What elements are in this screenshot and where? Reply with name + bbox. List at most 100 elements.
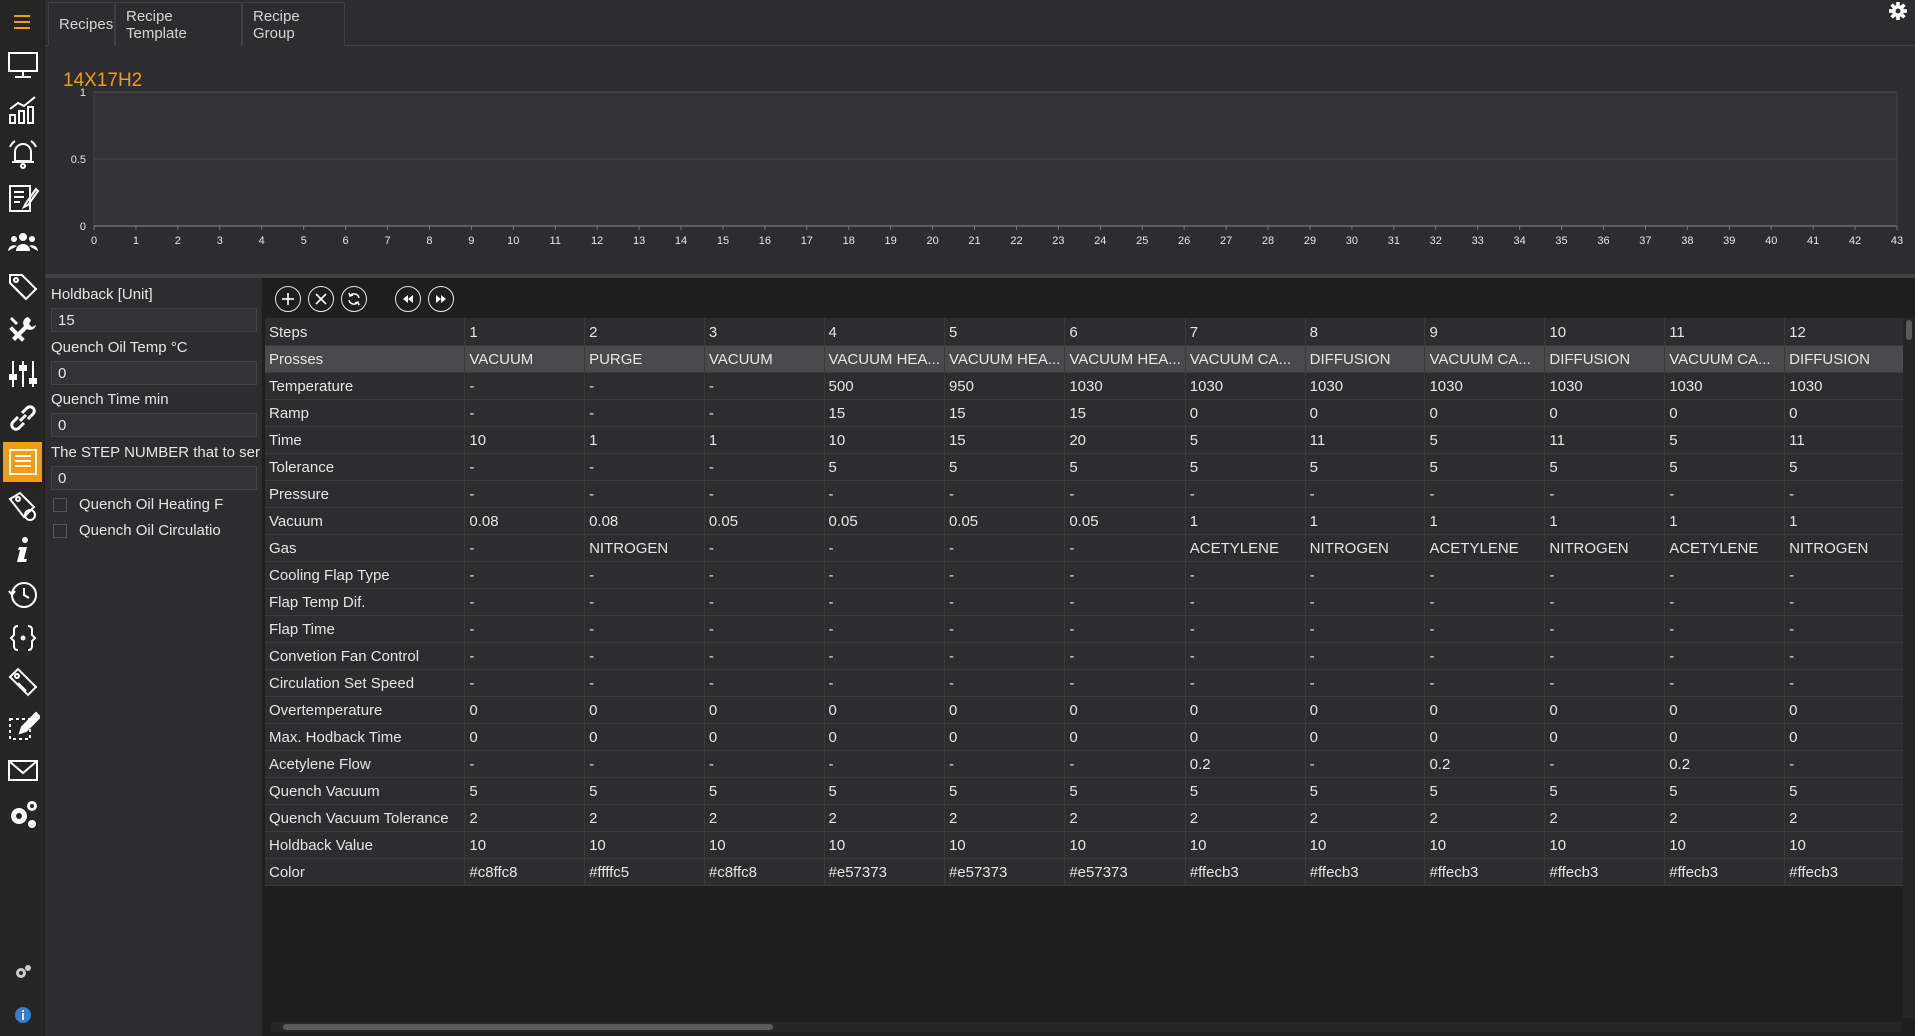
table-cell[interactable]: #ffecb3 xyxy=(1424,858,1546,886)
table-cell[interactable]: 20 xyxy=(1064,426,1186,454)
table-cell[interactable]: 5 xyxy=(464,777,586,805)
table-cell[interactable]: - xyxy=(704,588,825,616)
table-cell[interactable]: - xyxy=(1424,588,1546,616)
table-cell[interactable]: - xyxy=(464,453,586,481)
table-cell[interactable]: 5 xyxy=(1185,453,1306,481)
table-cell[interactable]: - xyxy=(704,615,825,643)
table-cell[interactable]: 0 xyxy=(584,696,705,724)
table-cell[interactable]: NITROGEN xyxy=(1784,534,1905,562)
table-cell[interactable]: 10 xyxy=(704,831,825,859)
table-cell[interactable]: - xyxy=(464,561,586,589)
table-cell[interactable]: 1030 xyxy=(1064,372,1186,400)
table-cell[interactable]: - xyxy=(1784,642,1905,670)
table-cell[interactable]: 0.05 xyxy=(1064,507,1186,535)
table-cell[interactable]: - xyxy=(704,453,825,481)
table-cell[interactable]: 5 xyxy=(1305,777,1426,805)
table-cell[interactable]: 5 xyxy=(1664,453,1786,481)
table-cell[interactable]: 0 xyxy=(584,723,705,751)
table-cell[interactable]: 5 xyxy=(584,777,705,805)
table-cell[interactable]: #ffecb3 xyxy=(1784,858,1905,886)
table-cell[interactable]: 1030 xyxy=(1544,372,1666,400)
table-cell[interactable]: 2 xyxy=(464,804,586,832)
table-cell[interactable]: 2 xyxy=(824,804,945,832)
table-cell[interactable]: - xyxy=(1664,642,1786,670)
table-cell[interactable]: 0.08 xyxy=(584,507,705,535)
table-cell[interactable]: #e57373 xyxy=(1064,858,1186,886)
quench-oil-heating-checkbox[interactable] xyxy=(53,497,67,512)
table-cell[interactable]: - xyxy=(1185,615,1306,643)
tags-icon[interactable] xyxy=(3,266,42,306)
table-cell[interactable]: 10 xyxy=(1784,831,1905,859)
table-cell[interactable]: 1 xyxy=(704,426,825,454)
table-cell[interactable]: 0.08 xyxy=(464,507,586,535)
table-cell[interactable]: 10 xyxy=(464,426,586,454)
table-cell[interactable]: NITROGEN xyxy=(1544,534,1666,562)
step-header-cell[interactable]: 6 xyxy=(1064,318,1186,346)
table-cell[interactable]: - xyxy=(944,534,1066,562)
table-cell[interactable]: DIFFUSION xyxy=(1784,345,1905,373)
table-cell[interactable]: - xyxy=(584,750,705,778)
quench-oil-temp-input[interactable] xyxy=(51,361,257,385)
table-cell[interactable]: 0 xyxy=(1064,696,1186,724)
table-cell[interactable]: 1030 xyxy=(1305,372,1426,400)
history-icon[interactable] xyxy=(3,574,42,614)
table-cell[interactable]: 5 xyxy=(1424,453,1546,481)
label-edit-icon[interactable] xyxy=(3,662,42,702)
add-icon[interactable] xyxy=(275,286,301,312)
table-cell[interactable]: 1 xyxy=(1544,507,1666,535)
table-cell[interactable]: - xyxy=(584,615,705,643)
info-icon[interactable] xyxy=(3,530,42,570)
table-cell[interactable]: 0 xyxy=(1784,399,1905,427)
table-cell[interactable]: 2 xyxy=(1544,804,1666,832)
table-cell[interactable]: 5 xyxy=(1305,453,1426,481)
table-cell[interactable]: - xyxy=(584,561,705,589)
table-cell[interactable]: 0 xyxy=(1664,399,1786,427)
table-cell[interactable]: - xyxy=(1424,642,1546,670)
table-cell[interactable]: 0 xyxy=(1664,723,1786,751)
table-cell[interactable]: - xyxy=(704,480,825,508)
table-cell[interactable]: 0.2 xyxy=(1664,750,1786,778)
table-cell[interactable]: 2 xyxy=(1185,804,1306,832)
table-cell[interactable]: 10 xyxy=(1664,831,1786,859)
table-cell[interactable]: 15 xyxy=(1064,399,1186,427)
table-cell[interactable]: 1 xyxy=(1664,507,1786,535)
report-edit-icon[interactable] xyxy=(3,178,42,218)
table-cell[interactable]: - xyxy=(464,399,586,427)
table-cell[interactable]: 0.2 xyxy=(1424,750,1546,778)
quench-oil-circulation-row[interactable]: Quench Oil Circulatio xyxy=(53,522,262,539)
step-header-cell[interactable]: 1 xyxy=(464,318,586,346)
step-number-input[interactable] xyxy=(51,466,257,490)
settings-gears-icon[interactable] xyxy=(3,794,42,834)
table-cell[interactable]: - xyxy=(1064,534,1186,562)
table-cell[interactable]: - xyxy=(944,561,1066,589)
table-cell[interactable]: 0 xyxy=(1544,723,1666,751)
table-cell[interactable]: - xyxy=(824,642,945,670)
table-cell[interactable]: 10 xyxy=(944,831,1066,859)
step-header-cell[interactable]: 4 xyxy=(824,318,945,346)
table-cell[interactable]: - xyxy=(1424,480,1546,508)
table-cell[interactable]: - xyxy=(824,534,945,562)
table-cell[interactable]: 5 xyxy=(824,453,945,481)
table-cell[interactable]: 2 xyxy=(944,804,1066,832)
table-cell[interactable]: 10 xyxy=(1064,831,1186,859)
table-cell[interactable]: - xyxy=(584,480,705,508)
table-cell[interactable]: 10 xyxy=(1544,831,1666,859)
table-cell[interactable]: - xyxy=(1064,561,1186,589)
table-cell[interactable]: 5 xyxy=(1784,777,1905,805)
table-cell[interactable]: - xyxy=(584,399,705,427)
table-cell[interactable]: VACUUM HEA... xyxy=(1064,345,1186,373)
table-cell[interactable]: 0 xyxy=(1544,399,1666,427)
table-cell[interactable]: - xyxy=(1424,669,1546,697)
table-cell[interactable]: 0 xyxy=(1544,696,1666,724)
table-cell[interactable]: VACUUM CA... xyxy=(1664,345,1786,373)
table-cell[interactable]: VACUUM CA... xyxy=(1424,345,1546,373)
table-cell[interactable]: 2 xyxy=(584,804,705,832)
table-cell[interactable]: 10 xyxy=(584,831,705,859)
table-cell[interactable]: 15 xyxy=(824,399,945,427)
table-cell[interactable]: 0 xyxy=(1185,723,1306,751)
table-cell[interactable]: 5 xyxy=(1664,777,1786,805)
table-cell[interactable]: 5 xyxy=(1544,777,1666,805)
table-cell[interactable]: - xyxy=(1064,669,1186,697)
table-cell[interactable]: 2 xyxy=(1784,804,1905,832)
quench-oil-circulation-checkbox[interactable] xyxy=(53,523,67,538)
